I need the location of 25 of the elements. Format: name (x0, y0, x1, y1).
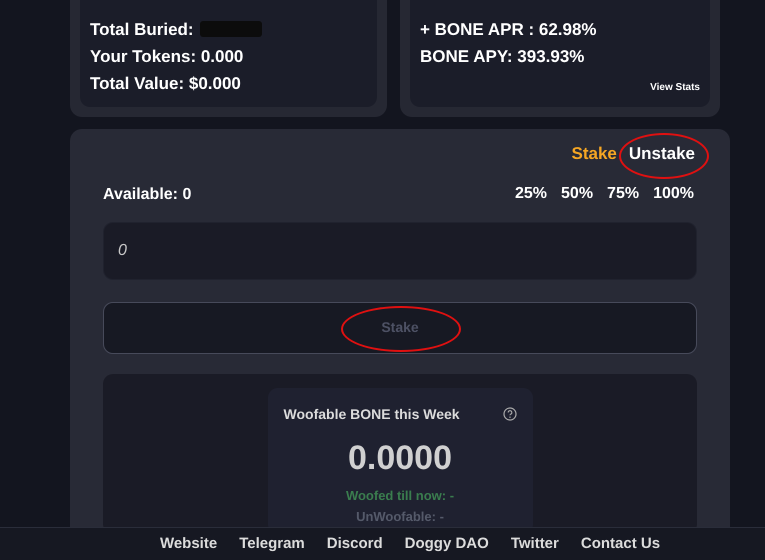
mode-tab[interactable]: Stake (565, 139, 623, 168)
amount-input-field[interactable]: 0 (103, 222, 697, 280)
summary-line: Your Tokens: 0.000 (90, 47, 244, 66)
woof-title: Woofable BONE this Week (284, 404, 460, 424)
percent-button[interactable]: 25% (512, 182, 550, 206)
view-stats-link[interactable]: View Stats (650, 80, 700, 95)
percent-button[interactable]: 75% (604, 182, 642, 206)
mode-tab[interactable]: Unstake (622, 139, 701, 168)
percent-button[interactable]: 50% (558, 182, 596, 206)
unwoofable-total: UnWoofable: - (355, 508, 445, 526)
footer-link[interactable]: Contact Us (570, 532, 672, 556)
percent-button[interactable]: 100% (650, 182, 697, 206)
footer-link[interactable]: Website (148, 532, 228, 556)
apr-line: + BONE APR : 62.98% (420, 19, 597, 41)
footer-link[interactable]: Discord (316, 532, 394, 556)
woof-amount: 0.0000 (347, 438, 453, 478)
apr-line: BONE APY: 393.93% (420, 46, 584, 68)
available-balance: Available: 0 (103, 184, 192, 204)
help-icon[interactable] (502, 407, 516, 421)
summary-line: Total Value: $0.000 (90, 74, 241, 93)
footer-link[interactable]: Twitter (500, 532, 570, 556)
footer-link[interactable]: Doggy DAO (394, 532, 500, 556)
woofed-total: Woofed till now: - (344, 486, 456, 504)
footer-link[interactable]: Telegram (228, 532, 316, 556)
summary-line: Total Buried: (90, 20, 194, 39)
